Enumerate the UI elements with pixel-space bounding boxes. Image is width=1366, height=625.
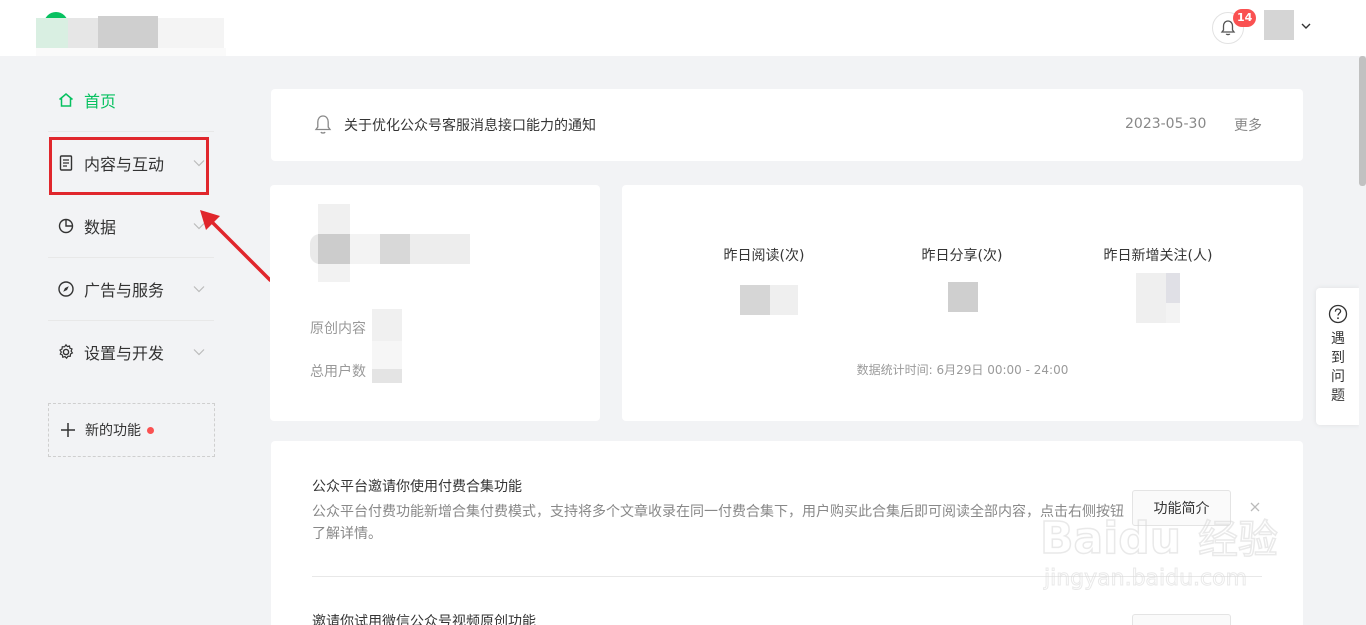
promo-description: 公众平台付费功能新增合集付费模式，支持将多个文章收录在同一付费合集下，用户购买此… <box>312 504 1124 542</box>
home-icon <box>56 90 76 110</box>
stats-time-range: 数据统计时间: 6月29日 00:00 - 24:00 <box>856 363 1069 377</box>
blurred-value <box>740 285 770 315</box>
blurred-avatar <box>318 264 350 282</box>
blurred-value <box>372 341 402 369</box>
annotation-arrow <box>200 210 272 282</box>
highlight-annotation <box>49 137 209 195</box>
avatar[interactable] <box>1264 10 1294 40</box>
blurred-logo-text <box>36 18 68 48</box>
blurred-avatar <box>318 204 350 234</box>
red-dot-indicator <box>147 426 154 434</box>
pie-chart-icon <box>56 216 76 236</box>
new-feature-label: 新的功能 <box>85 423 141 439</box>
help-tab[interactable]: 遇 到 问 题 <box>1316 288 1360 425</box>
blurred-value <box>372 309 402 341</box>
original-content-label: 原创内容 <box>310 321 366 337</box>
notification-badge: 14 <box>1233 9 1257 27</box>
blurred-account-name <box>380 234 410 264</box>
notice-card: 关于优化公众号客服消息接口能力的通知 2023-05-30 更多 <box>271 89 1303 161</box>
new-feature-button[interactable]: 新的功能 <box>48 403 215 457</box>
svg-text:jingyan.baidu.com: jingyan.baidu.com <box>1043 566 1247 591</box>
blurred-account-name <box>350 234 380 264</box>
blurred-avatar <box>318 234 350 264</box>
scrollbar-thumb[interactable] <box>1359 56 1366 186</box>
promo-heading-2: 邀请你试用微信公众号视频原创功能 <box>312 614 536 625</box>
stats-card: 昨日阅读(次) 昨日分享(次) 昨日新增关注(人) 数据统计时间: 6月29日 … <box>622 185 1303 421</box>
promo-button-2[interactable] <box>1132 614 1231 625</box>
sidebar-item-settings[interactable]: 设置与开发 <box>48 321 214 383</box>
chevron-down-icon[interactable] <box>1300 20 1312 32</box>
blurred-account-name <box>410 234 470 264</box>
svg-text:经验: 经验 <box>1198 517 1278 563</box>
total-users-label: 总用户数 <box>310 364 366 380</box>
notice-title-link[interactable]: 关于优化公众号客服消息接口能力的通知 <box>344 115 596 135</box>
compass-icon <box>56 279 76 299</box>
more-link[interactable]: 更多 <box>1234 115 1262 135</box>
bell-icon <box>314 115 332 134</box>
svg-text:Baidu: Baidu <box>1040 513 1181 564</box>
watermark-logo: Baidu 经验 jingyan.baidu.com <box>1039 512 1279 591</box>
question-icon <box>1328 304 1348 324</box>
blurred-logo-text <box>158 18 224 48</box>
sidebar-item-home[interactable]: 首页 <box>48 69 214 131</box>
blurred-logo-text <box>36 48 226 56</box>
blurred-logo-text <box>98 16 158 48</box>
yesterday-shares-label: 昨日分享(次) <box>921 248 1003 264</box>
sidebar-item-label: 首页 <box>84 92 117 111</box>
blurred-value <box>372 369 402 383</box>
plus-icon <box>61 423 75 437</box>
account-card: 原创内容 总用户数 <box>270 185 600 421</box>
yesterday-new-follows-label: 昨日新增关注(人) <box>1103 248 1213 264</box>
sidebar-item-label: 设置与开发 <box>84 344 165 363</box>
help-label: 遇 到 问 题 <box>1331 331 1345 404</box>
promo-heading: 公众平台邀请你使用付费合集功能 <box>312 479 522 495</box>
blurred-value <box>770 285 798 315</box>
sidebar-item-label: 广告与服务 <box>84 281 165 300</box>
chevron-down-icon <box>193 349 205 356</box>
notice-date: 2023-05-30 <box>1125 116 1207 132</box>
blurred-value <box>1136 273 1166 323</box>
blurred-logo-text <box>68 18 98 48</box>
sidebar-item-label: 数据 <box>84 218 117 237</box>
yesterday-reads-label: 昨日阅读(次) <box>723 248 805 264</box>
gear-icon <box>56 342 76 362</box>
blurred-value <box>1166 273 1180 303</box>
blurred-value <box>948 282 978 312</box>
blurred-value <box>1166 303 1180 323</box>
top-bar: 14 <box>0 0 1366 56</box>
